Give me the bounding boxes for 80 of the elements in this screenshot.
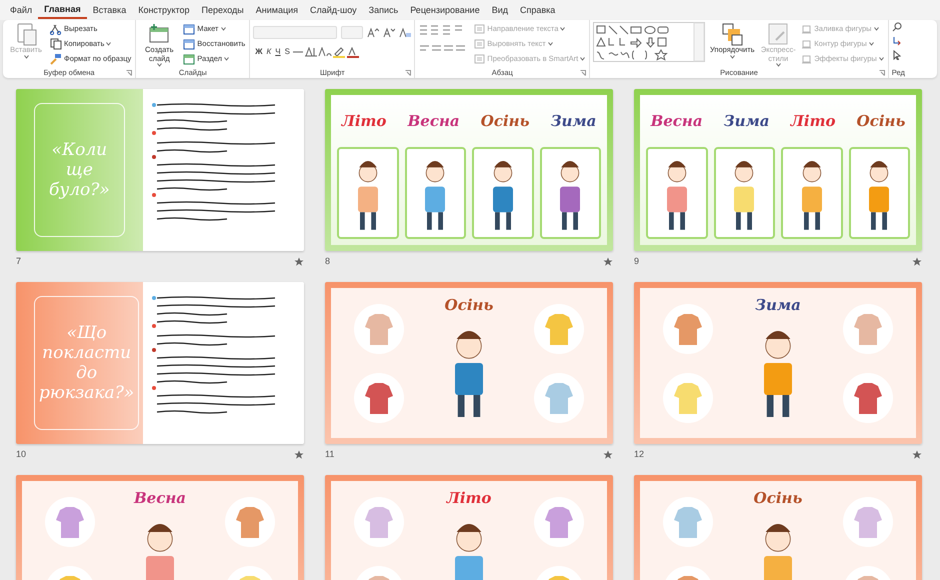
clothing-drawing (662, 496, 714, 548)
search-icon (892, 22, 902, 32)
dialog-launcher-icon[interactable] (126, 70, 132, 76)
highlighter-icon (332, 46, 346, 58)
grow-font-icon (367, 27, 380, 38)
cursor-icon (892, 50, 902, 60)
clothing-drawing (842, 372, 894, 424)
align-text-icon (474, 39, 486, 49)
clothing-drawing (533, 496, 586, 548)
clothing-drawing (842, 496, 894, 548)
dialog-launcher-icon[interactable] (878, 70, 885, 76)
ribbon-tab[interactable]: Файл (4, 2, 38, 18)
clothing-drawing (533, 372, 586, 424)
slide-number: 10 (16, 448, 26, 462)
format-button[interactable]: S (282, 45, 292, 59)
layout-icon (183, 24, 196, 34)
slide-thumbnail[interactable]: Зима (634, 282, 922, 444)
season-title: Літо (342, 110, 386, 132)
clothing-drawing (44, 496, 96, 548)
change-case-icon (318, 47, 332, 57)
slide-number: 12 (634, 448, 644, 462)
font-name-field[interactable] (253, 26, 338, 39)
slide-number: 11 (325, 448, 334, 462)
slide-thumbnail[interactable]: Осінь (634, 475, 922, 580)
season-title: Зима (550, 110, 596, 132)
slide-title: Осінь (444, 295, 494, 316)
reset-icon (183, 38, 196, 50)
season-title: Весна (408, 110, 460, 132)
slide-title: Весна (134, 488, 186, 509)
slide-thumbnail[interactable]: Літо Весна Осінь Зима (325, 89, 613, 251)
season-title: Зима (724, 110, 770, 132)
font-color-icon (346, 46, 360, 58)
slide-number: 9 (634, 255, 640, 268)
clothing-drawing (352, 496, 405, 548)
section-icon (183, 54, 196, 64)
ribbon-tab[interactable]: Вид (486, 2, 514, 18)
slide-title: «Коли ще було?» (48, 139, 111, 202)
dialog-launcher-icon[interactable] (405, 70, 412, 76)
ribbon-tab[interactable]: Вставка (86, 2, 132, 18)
season-title: Літо (790, 110, 836, 132)
shrink-font-icon (383, 27, 396, 38)
ribbon-tab[interactable]: Конструктор (132, 2, 196, 18)
format-button[interactable]: Ч (273, 45, 283, 59)
ribbon-tab[interactable]: Рецензирование (404, 2, 486, 18)
clothing-drawing (662, 302, 714, 354)
slide-title: Зима (755, 295, 801, 316)
slide-title: Літо (446, 488, 492, 509)
font-size-field[interactable] (341, 26, 364, 39)
ribbon-tab[interactable]: Справка (514, 2, 562, 18)
slide-thumbnail[interactable]: Весна (16, 475, 304, 580)
ribbon-tab[interactable]: Переходы (196, 2, 250, 18)
season-title: Осінь (480, 110, 530, 132)
format-button[interactable]: К (264, 45, 274, 59)
clothing-drawing (352, 372, 405, 424)
ribbon-tab[interactable]: Анимация (250, 2, 304, 18)
slide-title: Осінь (754, 488, 802, 509)
dialog-launcher-icon[interactable] (580, 70, 586, 76)
clothing-drawing (842, 302, 894, 354)
clothing-drawing (662, 372, 714, 424)
slide-thumbnail[interactable]: Весна Зима Літо Осінь (634, 89, 922, 251)
format-button[interactable]: Ж (253, 45, 265, 59)
ribbon-tab[interactable]: Слайд-шоу (304, 2, 363, 18)
clothing-drawing (533, 302, 586, 354)
slide-title: «Що покласти до рюкзака?» (38, 322, 136, 405)
season-title: Осінь (856, 110, 906, 132)
slide-thumbnail[interactable]: Літо (325, 475, 613, 580)
replace-icon (892, 36, 902, 46)
brush-icon (50, 53, 62, 65)
slide-number: 8 (325, 255, 330, 268)
quick-styles-icon (767, 22, 790, 46)
slide-thumbnail[interactable]: Осінь (325, 282, 613, 444)
copy-icon (50, 38, 62, 50)
clothing-drawing (352, 302, 405, 354)
season-title: Весна (650, 110, 703, 132)
character-spacing-icon (304, 47, 318, 57)
clothing-drawing (224, 496, 276, 548)
scissors-icon (50, 23, 62, 35)
ribbon-tab[interactable]: Запись (362, 2, 404, 18)
clear-format-icon (399, 27, 412, 38)
slide-number: 7 (16, 255, 22, 268)
